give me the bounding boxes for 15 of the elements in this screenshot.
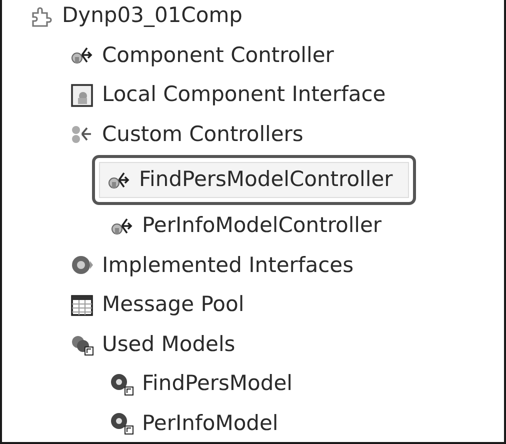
tree-item[interactable]: Component Controller [64,36,342,74]
tree-item[interactable]: PerInfoModelController [104,206,390,245]
table-icon [70,292,94,317]
tree-item[interactable]: Local Component Interface [64,76,394,114]
tree-item[interactable]: Dynp03_01Comp [24,0,250,35]
tree-item[interactable]: PerInfoModel [104,404,286,442]
model-icon [110,372,134,396]
tree-item[interactable]: Message Pool [64,286,252,324]
document-icon [70,82,94,107]
tree-item[interactable]: Used Models [64,325,244,364]
tree-item[interactable]: FindPersModel [104,364,300,403]
tree-item[interactable]: Implemented Interfaces [64,246,362,284]
tree-item[interactable]: Custom Controllers [64,115,312,154]
tree-item[interactable]: FindPersModelController [92,155,416,205]
model-icon [110,411,134,436]
